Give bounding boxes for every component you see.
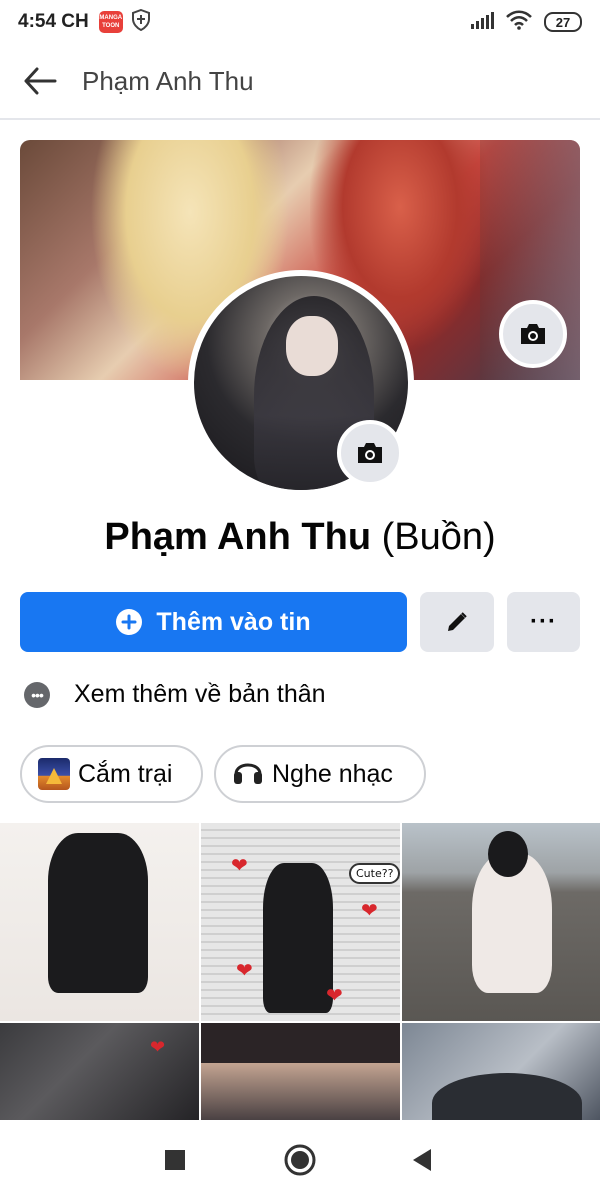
pencil-icon [448,612,467,631]
edit-avatar-camera-button[interactable] [337,420,403,486]
headphones-icon [232,756,264,793]
hobby-chip-music[interactable]: Nghe nhạc [214,745,426,803]
recent-apps-icon[interactable] [157,1142,193,1178]
status-bar: 4:54 CH MANGA TOON 27 [0,0,600,44]
photo-thumbnail[interactable] [201,1023,400,1120]
photo-thumbnail[interactable] [0,823,199,1021]
home-icon[interactable] [282,1142,318,1178]
photo-thumbnail[interactable]: ❤ ❤ ❤ ❤ Cute?? [201,823,400,1021]
photo-subject [432,1073,582,1120]
profile-name-status: (Buồn) [381,516,496,558]
hobby-chip-camping[interactable]: Cắm trại [20,745,203,803]
photo-subject-hair [201,1023,400,1063]
photo-thumbnail[interactable] [402,1023,600,1120]
add-to-story-button[interactable]: Thêm vào tin [20,592,407,652]
edit-profile-button[interactable] [420,592,494,652]
shield-icon [131,8,151,36]
photo-subject [48,833,148,993]
photo-subject-hair [488,831,528,877]
more-options-label: ··· [530,608,557,635]
page-title: Phạm Anh Thu [82,65,254,96]
camera-icon [358,443,382,463]
avatar-photo-face [286,316,338,376]
camping-icon [38,758,70,790]
app-badge-line1: MANGA [99,15,123,21]
speech-bubble: Cute?? [349,863,400,884]
signal-icon [470,11,494,34]
more-options-button[interactable]: ··· [507,592,580,652]
heart-icon: ❤ [231,855,248,877]
heart-icon: ❤ [236,960,253,982]
broken-heart-icon: ❤ [150,1037,166,1057]
photo-subject [263,863,333,1013]
hobby-label: Cắm trại [78,759,173,788]
app-badge-line2: TOON [102,23,120,29]
edit-cover-camera-button[interactable] [499,300,567,368]
add-to-story-label: Thêm vào tin [156,607,311,636]
hobby-label: Nghe nhạc [272,759,393,788]
profile-name: Phạm Anh Thu (Buồn) [0,516,600,559]
more-dots-icon: ••• [24,681,50,708]
heart-icon: ❤ [326,985,343,1007]
battery-icon: 27 [544,12,582,32]
plus-circle-icon [116,609,143,635]
photo-thumbnail[interactable] [402,823,600,1021]
mangatoon-icon: MANGA TOON [98,11,123,33]
profile-name-text: Phạm Anh Thu [104,516,372,558]
see-more-about-link[interactable]: ••• Xem thêm về bản thân [24,680,326,709]
photo-thumbnail[interactable]: ❤ [0,1023,199,1120]
heart-icon: ❤ [361,900,378,922]
see-more-about-label: Xem thêm về bản thân [74,680,326,708]
wifi-icon [506,10,532,35]
back-triangle-icon[interactable] [404,1142,440,1178]
status-time: 4:54 CH [18,11,89,32]
top-bar: Phạm Anh Thu [0,44,600,120]
camera-icon [521,324,545,344]
back-arrow-icon[interactable] [22,63,58,99]
